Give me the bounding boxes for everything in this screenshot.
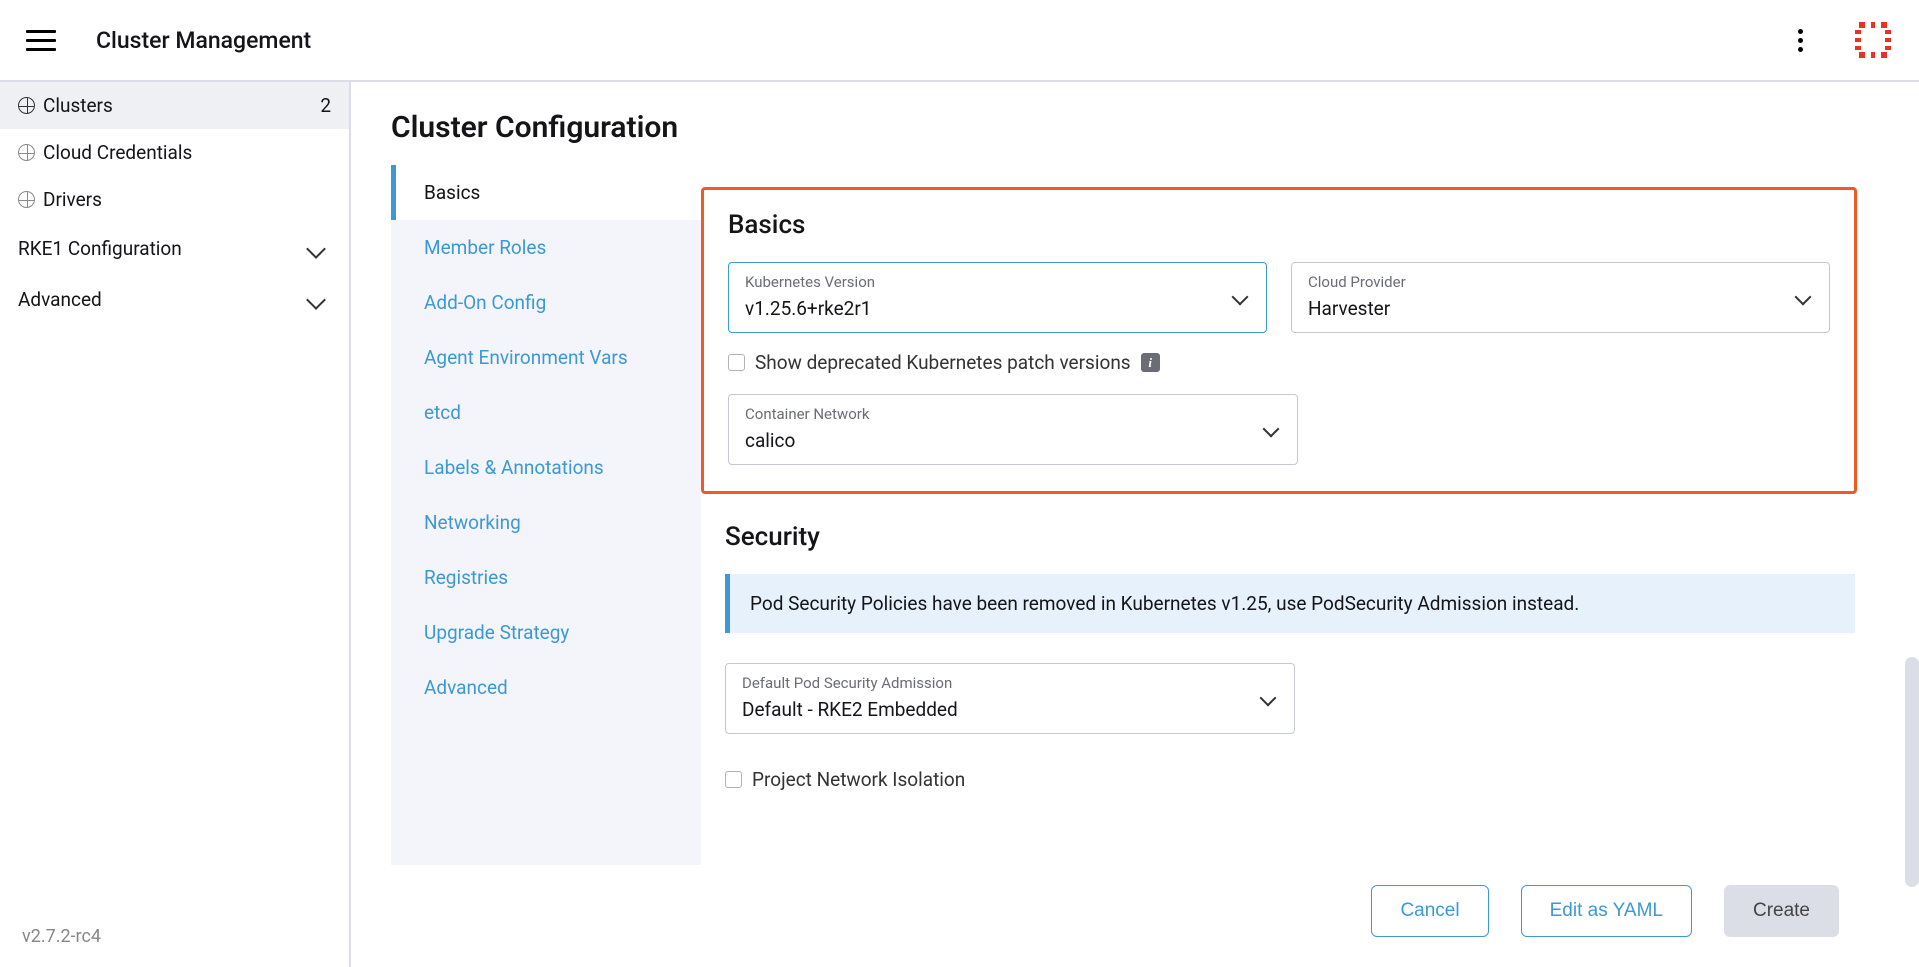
sidebar-item-label: Clusters bbox=[43, 94, 113, 117]
sidebar-group-advanced[interactable]: Advanced bbox=[0, 274, 349, 325]
globe-icon bbox=[18, 144, 35, 161]
scrollbar[interactable] bbox=[1905, 657, 1919, 887]
page-title: Cluster Configuration bbox=[391, 110, 1879, 145]
main-content: Cluster Configuration Basics Member Role… bbox=[351, 82, 1919, 967]
sidebar-item-drivers[interactable]: Drivers bbox=[0, 176, 349, 223]
version-label: v2.7.2-rc4 bbox=[0, 906, 349, 967]
globe-icon bbox=[18, 191, 35, 208]
header-actions bbox=[1788, 19, 1893, 62]
config-tabs: Basics Member Roles Add-On Config Agent … bbox=[391, 165, 701, 865]
info-icon[interactable]: i bbox=[1141, 353, 1160, 372]
globe-icon bbox=[18, 97, 35, 114]
hamburger-menu-icon[interactable] bbox=[26, 25, 56, 55]
footer-actions: Cancel Edit as YAML Create bbox=[391, 865, 1879, 967]
sidebar-item-clusters[interactable]: Clusters 2 bbox=[0, 82, 349, 129]
pod-security-admission-select[interactable]: Default Pod Security Admission Default -… bbox=[725, 663, 1295, 734]
basics-highlight-box: Basics Kubernetes Version v1.25.6+rke2r1… bbox=[701, 187, 1857, 494]
tab-networking[interactable]: Networking bbox=[396, 495, 701, 550]
kebab-menu-icon[interactable] bbox=[1788, 19, 1813, 62]
tab-upgrade-strategy[interactable]: Upgrade Strategy bbox=[396, 605, 701, 660]
tab-member-roles[interactable]: Member Roles bbox=[396, 220, 701, 275]
project-network-isolation-checkbox[interactable] bbox=[725, 771, 742, 788]
tab-labels-annotations[interactable]: Labels & Annotations bbox=[396, 440, 701, 495]
chevron-down-icon bbox=[1234, 291, 1248, 305]
tab-advanced[interactable]: Advanced bbox=[396, 660, 701, 715]
tab-basics[interactable]: Basics bbox=[391, 165, 701, 220]
app-logo-icon bbox=[1853, 20, 1893, 60]
cancel-button[interactable]: Cancel bbox=[1371, 885, 1488, 937]
field-label: Container Network bbox=[745, 405, 1281, 423]
kubernetes-version-select[interactable]: Kubernetes Version v1.25.6+rke2r1 bbox=[728, 262, 1267, 333]
field-label: Default Pod Security Admission bbox=[742, 674, 1278, 692]
sidebar-item-label: Cloud Credentials bbox=[43, 141, 192, 164]
security-info-banner: Pod Security Policies have been removed … bbox=[725, 574, 1855, 633]
chevron-down-icon bbox=[1262, 692, 1276, 706]
sidebar-group-label: Advanced bbox=[18, 288, 102, 311]
field-label: Kubernetes Version bbox=[745, 273, 1250, 291]
tab-addon-config[interactable]: Add-On Config bbox=[396, 275, 701, 330]
field-value: v1.25.6+rke2r1 bbox=[745, 297, 1250, 320]
sidebar: Clusters 2 Cloud Credentials Drivers RKE… bbox=[0, 82, 351, 967]
field-value: Harvester bbox=[1308, 297, 1813, 320]
sidebar-item-label: Drivers bbox=[43, 188, 102, 211]
cloud-provider-select[interactable]: Cloud Provider Harvester bbox=[1291, 262, 1830, 333]
tab-etcd[interactable]: etcd bbox=[396, 385, 701, 440]
field-label: Cloud Provider bbox=[1308, 273, 1813, 291]
field-value: Default - RKE2 Embedded bbox=[742, 698, 1278, 721]
sidebar-item-count: 2 bbox=[320, 94, 331, 117]
field-value: calico bbox=[745, 429, 1281, 452]
sidebar-item-cloud-credentials[interactable]: Cloud Credentials bbox=[0, 129, 349, 176]
sidebar-group-rke1[interactable]: RKE1 Configuration bbox=[0, 223, 349, 274]
chevron-down-icon bbox=[1265, 423, 1279, 437]
section-title-security: Security bbox=[725, 522, 1855, 552]
section-title-basics: Basics bbox=[728, 210, 1830, 240]
top-header: Cluster Management bbox=[0, 0, 1919, 82]
container-network-select[interactable]: Container Network calico bbox=[728, 394, 1298, 465]
chevron-down-icon bbox=[306, 290, 326, 310]
page-header-title: Cluster Management bbox=[96, 27, 1788, 54]
checkbox-label: Show deprecated Kubernetes patch version… bbox=[755, 351, 1131, 374]
create-button[interactable]: Create bbox=[1724, 885, 1839, 937]
deprecated-versions-checkbox[interactable] bbox=[728, 354, 745, 371]
chevron-down-icon bbox=[306, 239, 326, 259]
chevron-down-icon bbox=[1797, 291, 1811, 305]
sidebar-group-label: RKE1 Configuration bbox=[18, 237, 182, 260]
tab-registries[interactable]: Registries bbox=[396, 550, 701, 605]
edit-as-yaml-button[interactable]: Edit as YAML bbox=[1521, 885, 1692, 937]
tab-agent-env-vars[interactable]: Agent Environment Vars bbox=[396, 330, 701, 385]
checkbox-label: Project Network Isolation bbox=[752, 768, 965, 791]
